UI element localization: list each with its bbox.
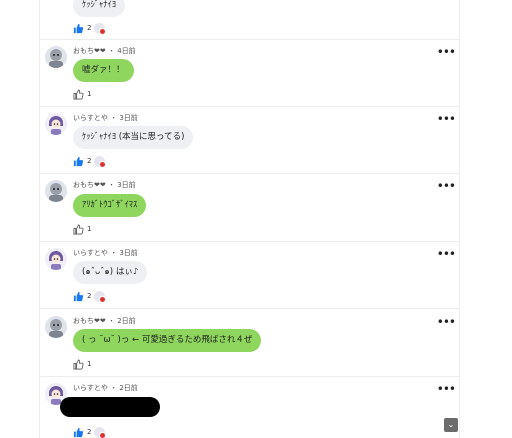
scroll-down-icon[interactable]: ⌄ [444,418,458,432]
thumbs-up-icon[interactable] [73,89,84,100]
redacted-comment-bubble [60,397,160,417]
divider [40,241,459,242]
author-name[interactable]: いらすとや [73,114,108,122]
more-options-icon[interactable]: ••• [437,46,456,58]
divider [40,39,459,40]
like-count: 1 [87,90,92,98]
timestamp: 4日前 [117,47,136,55]
like-count: 2 [87,428,92,436]
timestamp: 3日前 [119,114,138,122]
more-options-icon[interactable]: ••• [437,248,456,260]
divider [40,308,459,309]
purple-character-avatar[interactable] [45,248,67,270]
meta-separator: ・ [107,181,115,189]
divider [40,376,459,377]
more-options-icon[interactable]: ••• [437,316,456,328]
like-count: 2 [87,157,92,165]
like-count: 1 [87,225,92,233]
comment-bubble: ｹｯｼﾞｬﾅｲﾖ [73,0,126,17]
like-count: 2 [87,292,92,300]
like-row: 1 [73,88,91,100]
author-name[interactable]: いらすとや [73,249,108,257]
comment-meta: いらすとや ・ 3日前 [73,248,138,258]
gray-character-avatar[interactable] [45,180,67,202]
more-options-icon[interactable]: ••• [437,180,456,192]
like-row: 1 [73,358,91,370]
more-options-icon[interactable]: ••• [437,113,456,125]
thumbs-up-icon[interactable] [73,156,84,167]
thumbs-up-icon[interactable] [73,427,84,438]
like-row: 2 [73,22,107,35]
thumbs-up-icon[interactable] [73,23,84,34]
comment-bubble: (๑ˆᴗˆ๑) はぃ♪ [73,261,148,284]
like-count: 2 [87,24,92,32]
reaction-avatar-icon [94,426,107,438]
meta-separator: ・ [110,249,118,257]
comment-meta: いらすとや ・ 2日前 [73,383,138,393]
author-name[interactable]: おもち❤❤ [73,47,106,55]
meta-separator: ・ [107,317,115,325]
like-row: 2 [73,290,107,303]
comment-bubble: 嘘ダァ！！ [73,59,134,82]
comment-meta: おもち❤❤ ・ 4日前 [73,46,136,56]
comment-bubble: ｱﾘｶﾞﾄｳｺﾞｻﾞｲﾏｽ [73,194,147,217]
divider [40,173,459,174]
thumbs-up-icon[interactable] [73,359,84,370]
meta-separator: ・ [110,114,118,122]
divider [40,106,459,107]
reaction-avatar-icon [94,290,107,303]
timestamp: 3日前 [117,181,136,189]
thumbs-up-icon[interactable] [73,224,84,235]
reaction-avatar-icon [94,22,107,35]
comment-bubble: ｹｯｼﾞｬﾅｲﾖ (本当に思ってる) [73,126,194,149]
thumbs-up-icon[interactable] [73,291,84,302]
timestamp: 2日前 [117,317,136,325]
reaction-avatar-icon [94,155,107,168]
timestamp: 2日前 [119,384,138,392]
more-options-icon[interactable]: ••• [437,383,456,395]
timestamp: 3日前 [119,249,138,257]
comment-thread: ｹｯｼﾞｬﾅｲﾖ 2 おもち❤❤ ・ 4日前 ••• 嘘ダァ！！ 1 いらすとや [39,0,460,438]
author-name[interactable]: いらすとや [73,384,108,392]
page-margin-right [458,0,512,438]
like-row: 2 [73,155,107,168]
meta-separator: ・ [110,384,118,392]
purple-character-avatar[interactable] [45,113,67,135]
like-row: 2 [73,426,107,438]
like-row: 1 [73,223,91,235]
comment-bubble: ( っ ˘ω˘ )っ ← 可愛過ぎるため飛ばされ４ぜ [73,329,262,352]
gray-character-avatar[interactable] [45,46,67,68]
meta-separator: ・ [107,47,115,55]
comment-meta: おもち❤❤ ・ 2日前 [73,316,136,326]
comment-meta: いらすとや ・ 3日前 [73,113,138,123]
like-count: 1 [87,360,92,368]
page-margin-left [0,0,39,438]
author-name[interactable]: おもち❤❤ [73,317,106,325]
author-name[interactable]: おもち❤❤ [73,181,106,189]
comment-meta: おもち❤❤ ・ 3日前 [73,180,136,190]
gray-character-avatar[interactable] [45,316,67,338]
